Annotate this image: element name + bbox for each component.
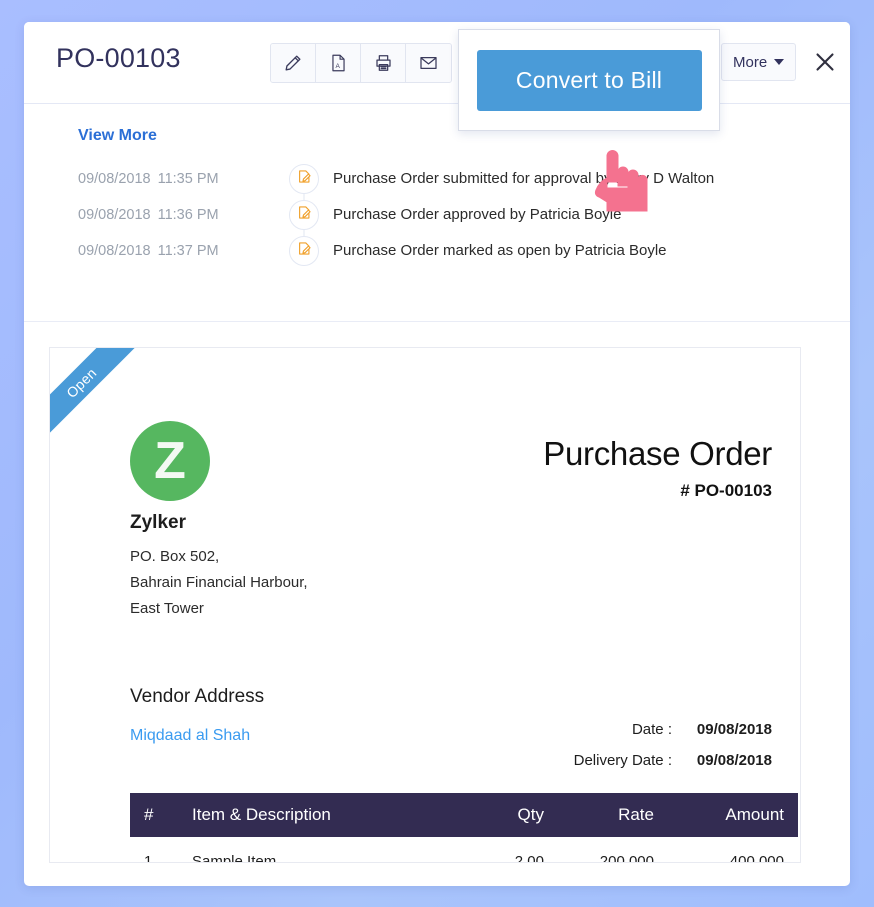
- document-title: Purchase Order: [543, 435, 772, 472]
- document-dates: Date : 09/08/2018 Delivery Date : 09/08/…: [574, 721, 772, 783]
- timeline-entry-text: Purchase Order approved by Patricia Boyl…: [333, 206, 622, 223]
- cell-number: 1: [144, 852, 153, 863]
- timeline-entry-text: Purchase Order marked as open by Patrici…: [333, 242, 667, 259]
- organization-logo: Z: [130, 421, 210, 501]
- timeline-node: [286, 161, 322, 207]
- vendor-address-heading: Vendor Address: [130, 686, 265, 707]
- timeline-time-text: 11:36 PM: [157, 207, 219, 223]
- print-button[interactable]: [361, 44, 406, 82]
- delivery-date-label: Delivery Date :: [573, 752, 672, 769]
- timeline-rail: [286, 161, 322, 269]
- column-header-item: Item & Description: [178, 793, 472, 837]
- column-header-qty: Qty: [472, 793, 558, 837]
- edit-pencil-icon: [283, 53, 303, 73]
- pdf-button[interactable]: A: [316, 44, 361, 82]
- organization-address: PO. Box 502, Bahrain Financial Harbour, …: [130, 544, 308, 622]
- purchase-order-window: PO-00103 A More Convert to Bill View Mor…: [24, 22, 850, 886]
- page-title: PO-00103: [56, 43, 181, 73]
- timeline-node-circle: [289, 164, 319, 194]
- purchase-order-document-preview: Open Z Zylker PO. Box 502, Bahrain Finan…: [49, 347, 801, 863]
- timeline-entry-text: Purchase Order submitted for approval by…: [333, 170, 715, 187]
- vendor-name-link[interactable]: Miqdaad al Shah: [130, 727, 250, 745]
- timeline-node: [286, 233, 322, 269]
- timeline-date-text: 09/08/2018: [78, 243, 151, 259]
- delivery-date-row: Delivery Date : 09/08/2018: [574, 752, 772, 783]
- email-icon: [418, 53, 439, 73]
- cell-item: Sample Item: [192, 852, 277, 863]
- timeline-date-text: 09/08/2018: [78, 171, 151, 187]
- activity-timeline-section: View More 09/08/2018 11:35 PM 09/08/2018 1…: [24, 104, 850, 379]
- document-edit-icon: [297, 241, 312, 261]
- document-number: # PO-00103: [680, 481, 772, 500]
- cell-amount: 400.000: [729, 852, 784, 863]
- column-header-amount: Amount: [668, 793, 798, 837]
- print-icon: [373, 53, 394, 73]
- timeline-node-circle: [289, 200, 319, 230]
- svg-text:A: A: [335, 63, 340, 70]
- table-row: 1 Sample Item 2.00 200.000 400.000: [130, 837, 798, 863]
- document-edit-icon: [297, 205, 312, 225]
- timeline-date: 09/08/2018 11:36 PM: [78, 197, 219, 233]
- pdf-icon: A: [329, 53, 348, 73]
- status-badge: Open: [50, 348, 144, 446]
- timeline-node: [286, 197, 322, 243]
- more-button[interactable]: More: [721, 43, 797, 81]
- organization-name: Zylker: [130, 512, 186, 533]
- document-edit-icon: [297, 169, 312, 189]
- org-address-line-2: Bahrain Financial Harbour,: [130, 574, 308, 591]
- more-button-label: More: [733, 53, 768, 71]
- timeline-date-text: 09/08/2018: [78, 207, 151, 223]
- chevron-down-icon: [774, 59, 785, 65]
- date-row: Date : 09/08/2018: [574, 721, 772, 752]
- org-address-line-1: PO. Box 502,: [130, 548, 220, 565]
- date-label: Date :: [631, 721, 672, 738]
- window-toolbar: PO-00103 A More Convert to Bill: [24, 22, 850, 131]
- timeline-time-text: 11:37 PM: [157, 243, 219, 259]
- timeline-node-circle: [289, 236, 319, 266]
- toolbar-icon-group: A: [270, 43, 452, 83]
- column-header-rate: Rate: [558, 793, 668, 837]
- cell-qty: 2.00: [514, 852, 544, 863]
- convert-to-bill-callout: Convert to Bill: [458, 29, 720, 131]
- logo-letter: Z: [154, 432, 186, 490]
- table-header-row: # Item & Description Qty Rate Amount: [130, 793, 798, 837]
- column-header-number: #: [130, 793, 178, 837]
- date-value: 09/08/2018: [696, 721, 772, 738]
- edit-button[interactable]: [271, 44, 316, 82]
- convert-to-bill-button[interactable]: Convert to Bill: [476, 49, 702, 111]
- line-items-table: # Item & Description Qty Rate Amount 1 S…: [130, 793, 798, 863]
- timeline-date: 09/08/2018 11:35 PM: [78, 161, 219, 197]
- timeline-date: 09/08/2018 11:37 PM: [78, 233, 219, 269]
- timeline-dates-column: 09/08/2018 11:35 PM 09/08/2018 11:36 PM 09…: [78, 161, 219, 269]
- delivery-date-value: 09/08/2018: [696, 752, 772, 769]
- org-address-line-3: East Tower: [130, 600, 204, 617]
- close-button[interactable]: [812, 49, 838, 75]
- email-button[interactable]: [406, 44, 451, 82]
- close-icon: [816, 53, 834, 71]
- cell-rate: 200.000: [599, 852, 654, 863]
- timeline-time-text: 11:35 PM: [157, 171, 219, 187]
- view-more-link[interactable]: View More: [78, 127, 157, 145]
- timeline-texts-column: Purchase Order submitted for approval by…: [333, 161, 714, 269]
